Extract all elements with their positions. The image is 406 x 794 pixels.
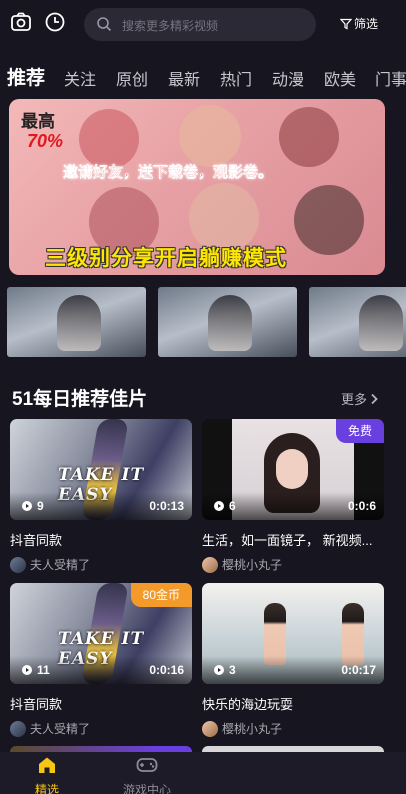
banner-text-invite: 邀请好友，送下载卷，观影卷。	[63, 163, 274, 181]
home-icon	[39, 757, 55, 773]
promo-banner[interactable]: 最高 70% 邀请好友，送下载卷，观影卷。 三级别分享开启躺赚模式	[9, 99, 385, 275]
camera-icon[interactable]	[10, 11, 36, 37]
video-title[interactable]: 抖音同款	[10, 694, 192, 713]
tab-scandal[interactable]: 门事	[375, 66, 406, 90]
tab-hot[interactable]: 热门	[220, 66, 252, 90]
free-badge: 免费	[335, 419, 384, 443]
section-header: 51每日推荐佳片 更多	[0, 380, 406, 412]
filter-label: 筛选	[354, 17, 379, 31]
avatar	[10, 556, 26, 573]
tab-recommend[interactable]: 推荐	[7, 63, 45, 90]
coin-badge: 80金币	[130, 583, 192, 607]
tab-anime[interactable]: 动漫	[272, 66, 304, 90]
tab-follow[interactable]: 关注	[64, 66, 96, 90]
author-name: 樱桃小丸子	[222, 558, 283, 572]
video-thumbnail[interactable]: 免费 6 0:0:6	[202, 419, 384, 520]
view-count: 11	[37, 663, 50, 677]
video-title[interactable]: 抖音同款	[10, 530, 192, 549]
more-link[interactable]: 更多	[341, 389, 379, 408]
tab-western[interactable]: 欧美	[324, 66, 356, 90]
banner-text-share: 三级别分享开启躺赚模式	[45, 247, 287, 270]
thumbnail[interactable]	[7, 287, 146, 357]
author-name: 夫人受精了	[30, 558, 91, 572]
view-count: 3	[229, 663, 236, 677]
video-duration: 0:0:13	[149, 499, 184, 513]
search-placeholder: 搜索更多精彩视频	[122, 19, 219, 33]
banner-text-max: 最高	[21, 112, 55, 132]
video-author[interactable]: 樱桃小丸子	[202, 720, 384, 737]
video-author[interactable]: 夫人受精了	[10, 720, 192, 737]
video-thumbnail[interactable]: TAKE IT EASY 80金币 11 0:0:16	[10, 583, 192, 684]
nav-label: 游戏中心	[122, 783, 171, 794]
filter-button[interactable]: 筛选	[340, 15, 378, 32]
author-name: 樱桃小丸子	[222, 722, 283, 736]
banner-figure	[294, 185, 364, 255]
more-label: 更多	[341, 392, 368, 407]
play-icon	[214, 665, 224, 675]
play-icon	[22, 665, 32, 675]
search-input[interactable]: 搜索更多精彩视频	[84, 8, 316, 41]
clock-icon[interactable]	[44, 11, 70, 37]
video-duration: 0:0:17	[341, 663, 376, 677]
banner-text-percent: 70%	[27, 131, 64, 151]
banner-figure	[279, 107, 339, 167]
tab-latest[interactable]: 最新	[168, 66, 200, 90]
banner-figure	[79, 109, 139, 169]
tab-original[interactable]: 原创	[116, 66, 148, 90]
video-thumbnail[interactable]: 3 0:0:17	[202, 583, 384, 684]
play-icon	[214, 501, 224, 511]
video-title[interactable]: 快乐的海边玩耍	[202, 694, 384, 713]
thumbnail[interactable]	[158, 287, 297, 357]
video-author[interactable]: 樱桃小丸子	[202, 556, 384, 573]
avatar	[202, 556, 218, 573]
thumbnail-strip	[0, 287, 406, 357]
view-count: 6	[229, 499, 236, 513]
search-icon	[96, 16, 112, 37]
video-duration: 0:0:16	[149, 663, 184, 677]
top-bar: 搜索更多精彩视频 筛选	[0, 0, 406, 50]
avatar	[10, 720, 26, 737]
video-card[interactable]: TAKE IT EASY 9 0:0:13 抖音同款 夫人受精了	[10, 419, 192, 573]
view-count: 9	[37, 499, 44, 513]
nav-featured[interactable]: 精选	[7, 756, 87, 794]
thumbnail[interactable]	[309, 287, 406, 357]
nav-label: 精选	[34, 783, 59, 794]
section-title: 51每日推荐佳片	[12, 389, 148, 410]
gamepad-icon	[136, 758, 158, 772]
video-duration: 0:0:6	[347, 499, 376, 513]
bottom-nav: 精选 游戏中心	[0, 752, 406, 794]
chevron-right-icon	[371, 393, 378, 404]
video-card[interactable]: TAKE IT EASY 80金币 11 0:0:16 抖音同款 夫人受精了	[10, 583, 192, 737]
filter-icon	[340, 18, 352, 29]
author-name: 夫人受精了	[30, 722, 91, 736]
banner-figure	[179, 105, 241, 167]
play-icon	[22, 501, 32, 511]
video-title[interactable]: 生活，如一面镜子， 新视频...	[202, 530, 384, 549]
video-card[interactable]: 3 0:0:17 快乐的海边玩耍 樱桃小丸子	[202, 583, 384, 737]
category-tabs: 推荐 关注 原创 最新 热门 动漫 欧美 门事	[0, 60, 406, 94]
video-thumbnail[interactable]: TAKE IT EASY 9 0:0:13	[10, 419, 192, 520]
video-card[interactable]: 免费 6 0:0:6 生活，如一面镜子， 新视频... 樱桃小丸子	[202, 419, 384, 573]
avatar	[202, 720, 218, 737]
video-author[interactable]: 夫人受精了	[10, 556, 192, 573]
nav-game-center[interactable]: 游戏中心	[107, 756, 187, 794]
